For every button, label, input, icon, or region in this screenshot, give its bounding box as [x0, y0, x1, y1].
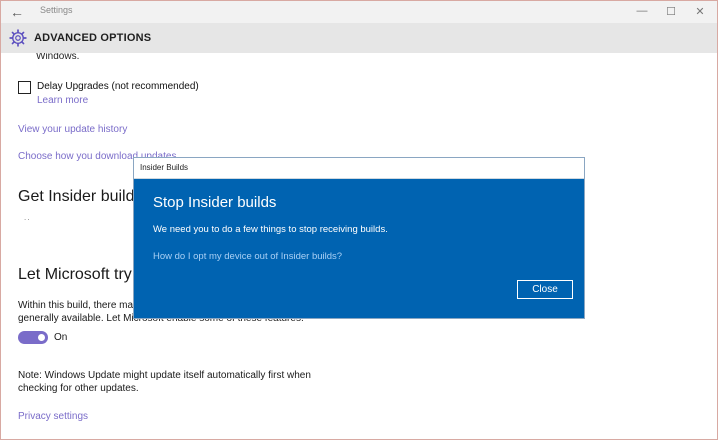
back-button[interactable]: ← [0, 0, 34, 23]
insider-builds-dialog: Insider Builds Stop Insider builds We ne… [134, 158, 584, 318]
dialog-close-button[interactable]: Close [517, 280, 573, 299]
close-icon: ✕ [695, 5, 705, 18]
features-heading: Let Microsoft try [18, 266, 132, 283]
back-arrow-icon: ← [10, 3, 24, 20]
dialog-window-title: Insider Builds [140, 163, 189, 172]
maximize-icon: ☐ [666, 5, 676, 18]
maximize-button[interactable]: ☐ [657, 3, 685, 19]
toggle-state-label: On [54, 332, 68, 343]
page-title: ADVANCED OPTIONS [34, 32, 152, 44]
features-toggle[interactable] [18, 331, 48, 344]
delay-upgrades-label[interactable]: Delay Upgrades (not recommended) [37, 81, 199, 92]
update-history-link[interactable]: View your update history [18, 124, 127, 135]
loading-indicator: .. [24, 213, 31, 222]
close-button[interactable]: ✕ [686, 3, 714, 19]
app-title: Settings [40, 5, 73, 15]
minimize-icon: — [636, 5, 648, 17]
dialog-title-bar: Insider Builds [134, 158, 584, 179]
learn-more-link[interactable]: Learn more [37, 95, 88, 106]
opt-out-help-link[interactable]: How do I opt my device out of Insider bu… [153, 251, 342, 262]
delay-upgrades-checkbox[interactable] [18, 81, 31, 94]
minimize-button[interactable]: — [628, 3, 656, 19]
page-header: ADVANCED OPTIONS [0, 23, 718, 53]
gear-icon [9, 29, 27, 47]
dialog-message: We need you to do a few things to stop r… [153, 224, 388, 235]
insider-builds-heading: Get Insider builds [18, 188, 143, 205]
title-bar: ← Settings — ☐ ✕ [0, 0, 718, 23]
privacy-settings-link[interactable]: Privacy settings [18, 411, 88, 422]
dialog-heading: Stop Insider builds [153, 194, 277, 211]
toggle-knob [38, 334, 45, 341]
update-note-text: Note: Windows Update might update itself… [18, 370, 311, 394]
truncated-text: Windows. [36, 53, 80, 62]
